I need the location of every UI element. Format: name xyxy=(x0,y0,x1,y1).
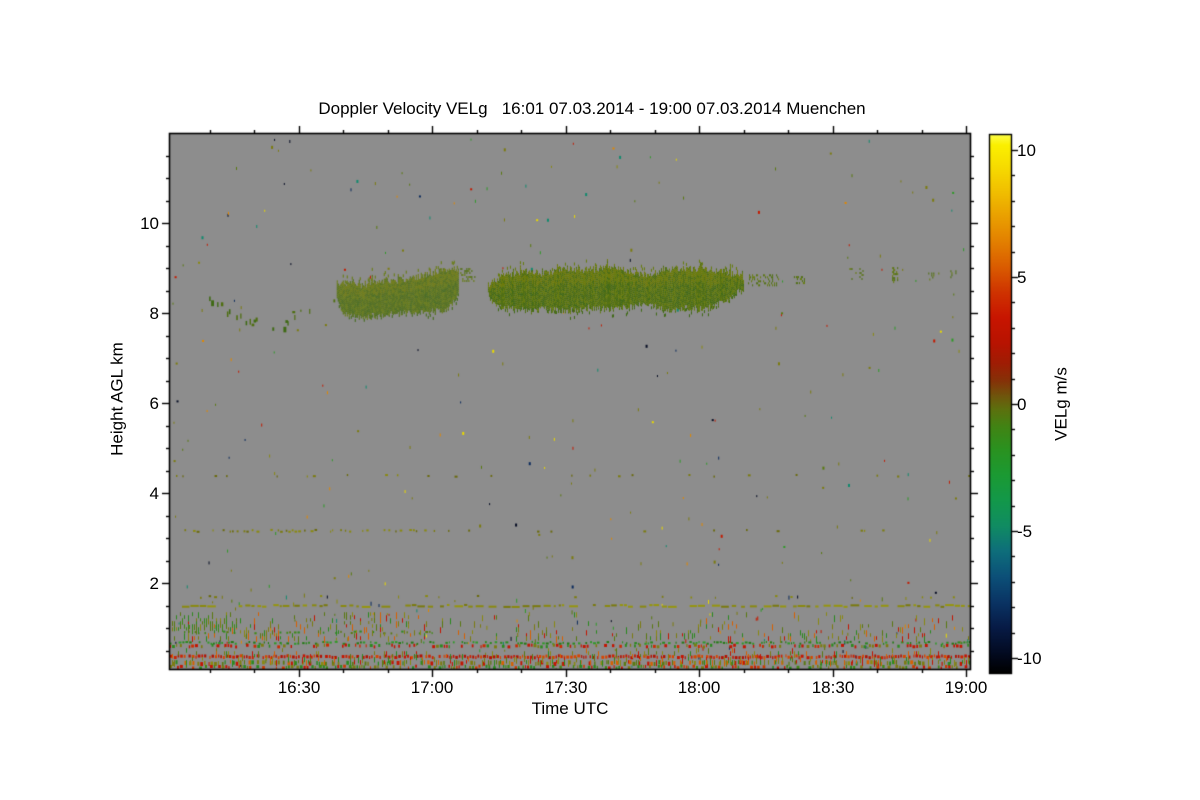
x-tick-label: 16:30 xyxy=(277,678,321,697)
colorbar-tick-label: -10 xyxy=(1017,649,1042,668)
doppler-velocity-chart: { "chart_data": { "type": "heatmap", "ti… xyxy=(0,0,1200,800)
y-tick-label: 2 xyxy=(149,574,159,593)
y-tick-label: 4 xyxy=(149,484,159,503)
x-axis-title: Time UTC xyxy=(531,699,609,718)
y-tick-label: 8 xyxy=(149,304,159,323)
x-tick-label: 18:30 xyxy=(811,678,855,697)
colorbar-tick-label: 10 xyxy=(1017,141,1036,160)
x-tick-label: 17:00 xyxy=(410,678,454,697)
chart-title: Doppler Velocity VELg 16:01 07.03.2014 -… xyxy=(318,99,866,118)
x-tick-label: 19:00 xyxy=(944,678,988,697)
colorbar-title: VELg m/s xyxy=(1051,367,1071,441)
colorbar-tick-label: 0 xyxy=(1017,395,1027,414)
colorbar-tick-label: -5 xyxy=(1017,522,1033,541)
y-tick-label: 6 xyxy=(149,394,159,413)
x-tick-label: 18:00 xyxy=(677,678,721,697)
colorbar-tick-label: 5 xyxy=(1017,268,1027,287)
x-tick-label: 17:30 xyxy=(544,678,588,697)
y-tick-label: 10 xyxy=(140,214,159,233)
